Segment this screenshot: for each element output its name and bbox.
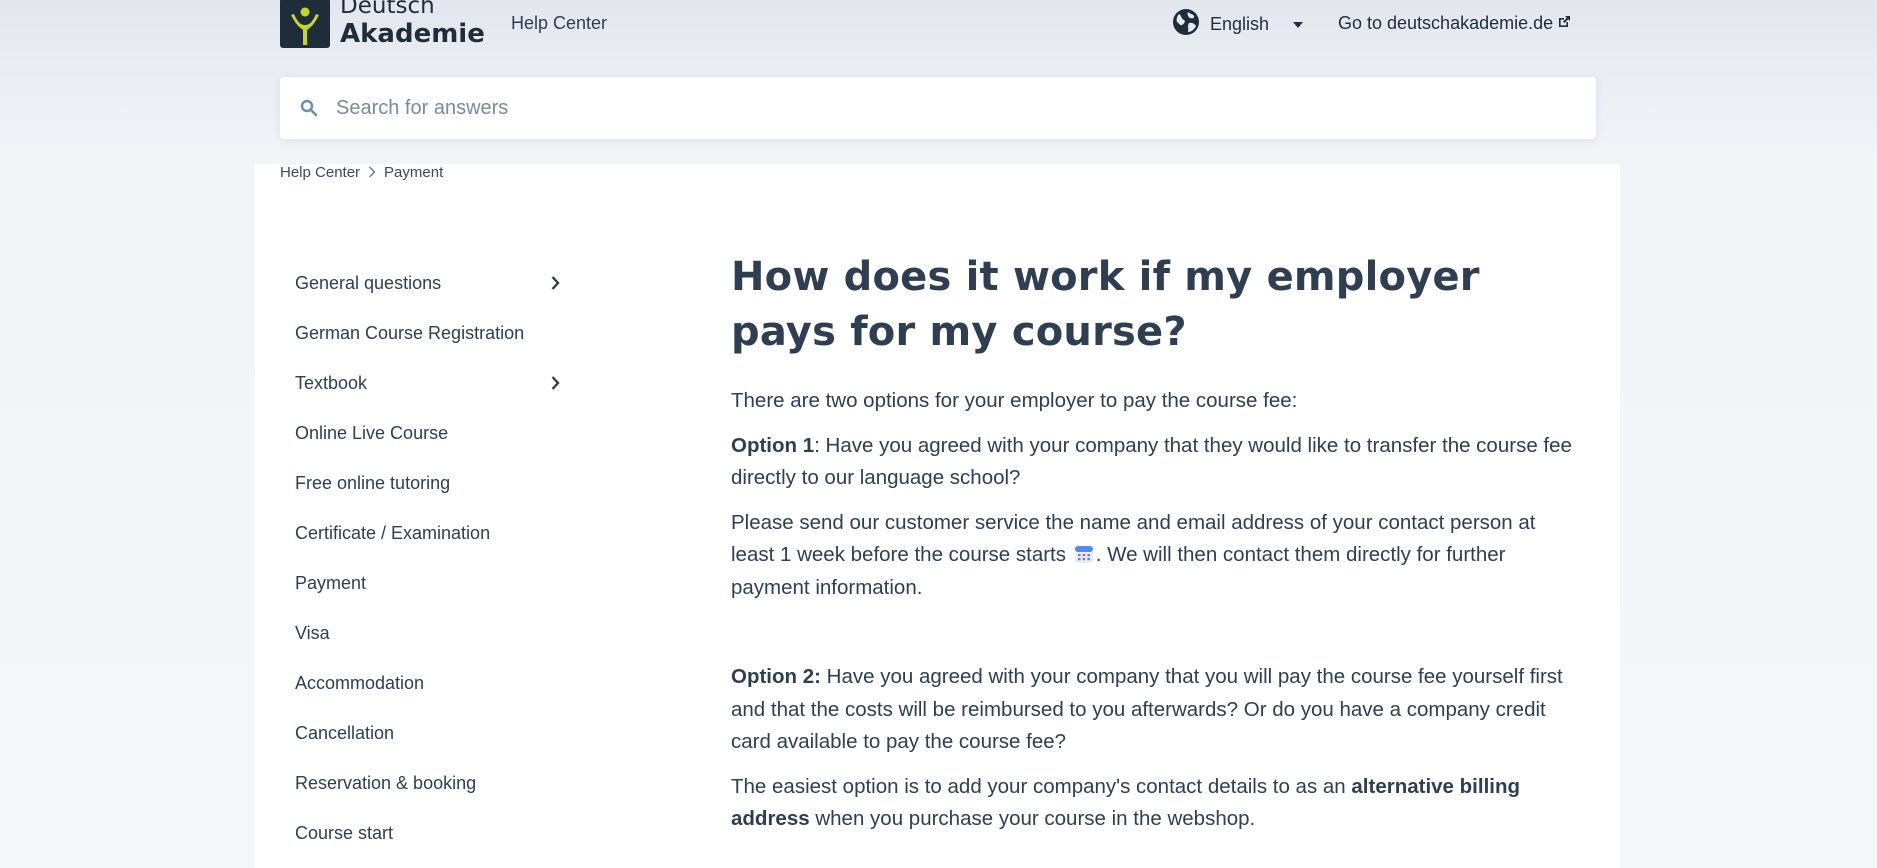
sidebar-item-course-start[interactable]: Course start [295, 808, 565, 858]
site-header: Deutsch Akademie Help Center English Go … [0, 0, 1877, 48]
option2-label: Option 2: [731, 665, 821, 688]
option1-text: : Have you agreed with your company that… [731, 433, 1572, 490]
sidebar-item-general-questions[interactable]: General questions [295, 258, 565, 308]
chevron-right-icon[interactable] [550, 375, 560, 391]
sidebar-item-textbook[interactable]: Textbook [295, 358, 565, 408]
logo-line2: Akademie [340, 19, 485, 49]
site-logo[interactable]: Deutsch Akademie [280, 0, 485, 48]
goto-main-site-link[interactable]: Go to deutschakademie.de [1338, 13, 1571, 34]
search-icon [300, 98, 320, 118]
sidebar-item-accommodation[interactable]: Accommodation [295, 658, 565, 708]
language-label: English [1210, 14, 1270, 34]
logo-line1: Deutsch [340, 0, 435, 19]
caret-down-icon [1293, 21, 1304, 28]
globe-icon [1172, 8, 1200, 41]
breadcrumb: Help Center Payment [280, 164, 443, 181]
sidebar-item-reservation-booking[interactable]: Reservation & booking [295, 758, 565, 808]
option2-paragraph: Option 2: Have you agreed with your comp… [731, 661, 1573, 759]
sidebar-item-online-live-course[interactable]: Online Live Course [295, 408, 565, 458]
breadcrumb-payment[interactable]: Payment [384, 164, 443, 181]
option2-detail-paragraph: The easiest option is to add your compan… [731, 774, 1521, 831]
category-sidebar: General questions German Course Registra… [295, 258, 565, 858]
sidebar-item-payment[interactable]: Payment [295, 558, 565, 608]
sidebar-item-visa[interactable]: Visa [295, 608, 565, 658]
article-intro: There are two options for your employer … [731, 389, 1298, 412]
option1-label: Option 1 [731, 433, 815, 457]
article-body: How does it work if my employer pays for… [731, 250, 1573, 836]
search-input[interactable] [334, 95, 1538, 121]
sidebar-item-free-online-tutoring[interactable]: Free online tutoring [295, 458, 565, 508]
goto-label: Go to deutschakademie.de [1338, 13, 1554, 33]
search-bar[interactable] [280, 77, 1596, 139]
sidebar-item-german-course-registration[interactable]: German Course Registration [295, 308, 565, 358]
calendar-emoji-icon [1074, 546, 1093, 563]
option2-text: Have you agreed with your company that y… [731, 665, 1563, 753]
sidebar-item-certificate-examination[interactable]: Certificate / Examination [295, 508, 565, 558]
external-link-icon [1557, 13, 1571, 34]
logo-mark-icon [280, 0, 330, 48]
chevron-right-icon [368, 165, 376, 181]
article-title: How does it work if my employer pays for… [731, 254, 1480, 355]
chevron-right-icon[interactable] [550, 275, 560, 291]
help-center-link[interactable]: Help Center [511, 13, 607, 34]
option1-paragraph: Option 1: Have you agreed with your comp… [731, 430, 1573, 495]
breadcrumb-help-center[interactable]: Help Center [280, 164, 360, 181]
language-selector[interactable]: English [1172, 8, 1304, 41]
option1-detail-paragraph: Please send our customer service the nam… [731, 510, 1536, 599]
sidebar-item-cancellation[interactable]: Cancellation [295, 708, 565, 758]
